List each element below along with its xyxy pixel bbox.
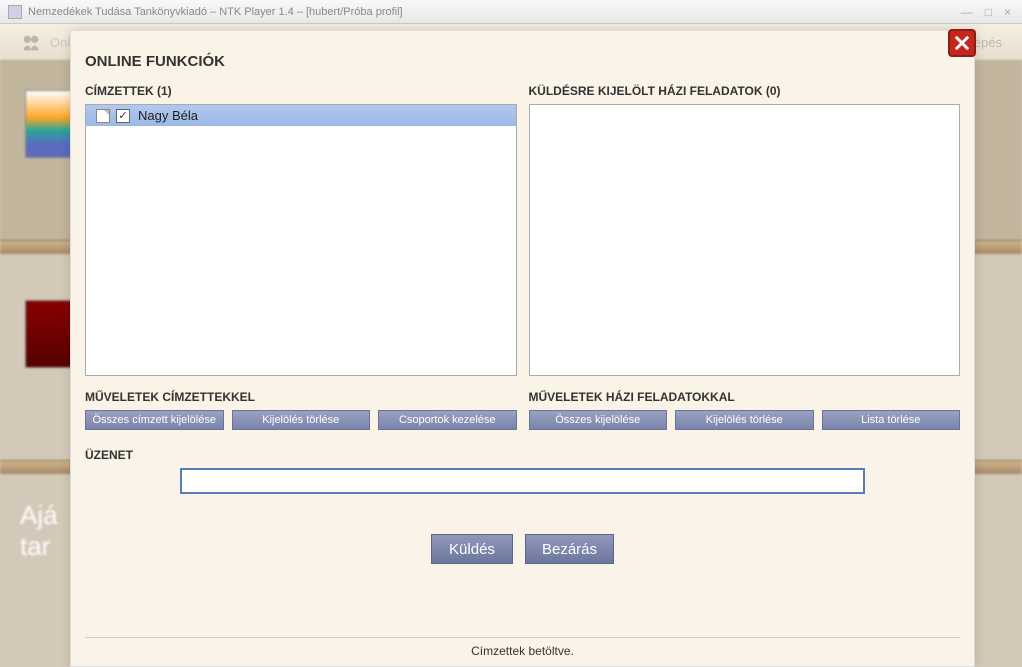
window-controls: — □ ×: [958, 5, 1014, 19]
minimize-button[interactable]: —: [958, 5, 976, 19]
action-row: Küldés Bezárás: [85, 534, 960, 564]
clear-assignment-selection-button[interactable]: Kijelölés törlése: [675, 410, 814, 430]
maximize-button[interactable]: □: [982, 5, 995, 19]
window-close-button[interactable]: ×: [1001, 5, 1014, 19]
window-title: Nemzedékek Tudása Tankönyvkiadó – NTK Pl…: [28, 6, 403, 18]
recipient-ops: MŰVELETEK CÍMZETTEKKEL Összes címzett ki…: [85, 390, 517, 430]
recipients-header: CÍMZETTEK (1): [85, 84, 517, 98]
assignment-ops-header: MŰVELETEK HÁZI FELADATOKKAL: [529, 390, 961, 404]
message-input[interactable]: [180, 468, 865, 494]
clear-recipient-selection-button[interactable]: Kijelölés törlése: [232, 410, 371, 430]
assignment-ops: MŰVELETEK HÁZI FELADATOKKAL Összes kijel…: [529, 390, 961, 430]
manage-groups-button[interactable]: Csoportok kezelése: [378, 410, 517, 430]
recipient-item[interactable]: ✓ Nagy Béla: [86, 105, 516, 126]
message-header: ÜZENET: [85, 448, 960, 462]
book-thumbnail: [25, 300, 75, 368]
recipient-checkbox[interactable]: ✓: [116, 109, 130, 123]
clear-list-button[interactable]: Lista törlése: [822, 410, 961, 430]
send-button[interactable]: Küldés: [431, 534, 513, 564]
recipients-list[interactable]: ✓ Nagy Béla: [85, 104, 517, 376]
title-bar: Nemzedékek Tudása Tankönyvkiadó – NTK Pl…: [0, 0, 1022, 24]
recipients-panel: CÍMZETTEK (1) ✓ Nagy Béla: [85, 84, 517, 376]
online-functions-modal: ONLINE FUNKCIÓK CÍMZETTEK (1) ✓ Nagy Bél…: [70, 30, 975, 667]
background-text: Ajá tar: [20, 500, 58, 562]
recipient-ops-header: MŰVELETEK CÍMZETTEKKEL: [85, 390, 517, 404]
message-section: ÜZENET: [85, 448, 960, 494]
select-all-recipients-button[interactable]: Összes címzett kijelölése: [85, 410, 224, 430]
modal-title: ONLINE FUNKCIÓK: [85, 53, 960, 70]
document-icon: [96, 109, 110, 123]
app-icon: [8, 5, 22, 19]
close-icon: [953, 34, 971, 52]
people-icon: [20, 32, 42, 52]
assignments-panel: KÜLDÉSRE KIJELÖLT HÁZI FELADATOK (0): [529, 84, 961, 376]
assignments-header: KÜLDÉSRE KIJELÖLT HÁZI FELADATOK (0): [529, 84, 961, 98]
status-bar: Címzettek betöltve.: [85, 637, 960, 658]
recipient-name: Nagy Béla: [138, 108, 198, 123]
select-all-assignments-button[interactable]: Összes kijelölése: [529, 410, 668, 430]
close-button[interactable]: Bezárás: [525, 534, 614, 564]
assignments-list[interactable]: [529, 104, 961, 376]
book-thumbnail: [25, 90, 75, 158]
modal-close-button[interactable]: [948, 29, 976, 57]
